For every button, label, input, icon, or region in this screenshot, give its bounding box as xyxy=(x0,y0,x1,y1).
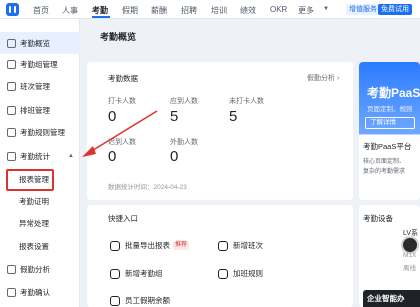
stat-value: 5 xyxy=(229,108,238,125)
promo-description: 核心页面定制、 xyxy=(363,159,406,165)
nav-recruitment[interactable]: 招聘 xyxy=(181,5,197,16)
stat-label: 打卡人数 xyxy=(108,98,136,105)
chevron-up-icon: ▲ xyxy=(68,153,74,159)
batch-export-report-button[interactable]: 批量导出报表 推荐 xyxy=(110,240,190,251)
add-shift-icon xyxy=(218,240,228,251)
highlight-box xyxy=(6,169,54,191)
stat-label: 未打卡人数 xyxy=(229,98,264,105)
top-nav-bar: 首页 人事 考勤 假期 薪酬 招聘 培训 绩效 OKR 更多 ▼ 增值服务 免费… xyxy=(0,0,420,19)
paas-promo-card[interactable] xyxy=(359,62,420,200)
sidebar-item-group-management[interactable]: 考勤组管理 xyxy=(0,53,80,75)
quick-item-label: 员工假期余额 xyxy=(125,296,170,305)
add-group-icon xyxy=(110,268,120,279)
page-title: 考勤概览 xyxy=(100,32,137,42)
attendance-data-title: 考勤数据 xyxy=(108,74,138,83)
nav-personnel[interactable]: 人事 xyxy=(62,5,78,16)
nav-payroll[interactable]: 薪酬 xyxy=(151,5,167,16)
sidebar-subitem-report-settings[interactable]: 报表设置 xyxy=(19,241,49,252)
stat-value: 5 xyxy=(170,108,179,125)
stat-label: 外勤人数 xyxy=(170,139,198,146)
promo-subtitle: 页面定制、规则 xyxy=(367,106,413,113)
learn-more-button[interactable]: 了解详情 xyxy=(365,117,415,129)
sidebar-item-label: 考勤统计 xyxy=(20,151,50,161)
sidebar-item-label: 考勤概览 xyxy=(20,38,50,48)
stat-label: 应到人数 xyxy=(170,98,198,105)
promo-title: 考勤PaaS xyxy=(367,86,420,100)
rules-icon xyxy=(7,127,16,137)
overtime-rules-button[interactable]: 加班规则 xyxy=(218,268,263,279)
device-name[interactable]: LV系 xyxy=(403,228,418,238)
sidebar-item-leave-analysis[interactable]: 假勤分析 xyxy=(0,258,80,280)
devices-title: 考勤设备 xyxy=(363,214,393,223)
stat-value: 0 xyxy=(108,148,117,165)
nav-more[interactable]: 更多 xyxy=(298,5,314,16)
sidebar-item-label: 假勤分析 xyxy=(20,264,50,274)
calendar-icon xyxy=(7,105,16,115)
group-icon xyxy=(7,59,16,69)
sidebar-item-schedule-management[interactable]: 排班管理 xyxy=(0,99,80,121)
leave-balance-button[interactable]: 员工假期余额 xyxy=(110,295,170,306)
sidebar-item-label: 排班管理 xyxy=(20,105,50,115)
sidebar-item-statistics[interactable]: 考勤统计 ▲ xyxy=(0,145,80,167)
sidebar-item-label: 班次管理 xyxy=(20,81,50,91)
nav-okr[interactable]: OKR xyxy=(270,5,287,14)
nav-training[interactable]: 培训 xyxy=(211,5,227,16)
sidebar-item-label: 考勤确认 xyxy=(20,287,50,297)
home-icon xyxy=(7,38,16,48)
nav-home[interactable]: 首页 xyxy=(33,5,49,16)
quick-item-label: 新增班次 xyxy=(233,241,263,250)
stat-label: 迟到人数 xyxy=(108,139,136,146)
sidebar-item-attendance-confirm[interactable]: 考勤确认 xyxy=(0,281,80,303)
export-icon xyxy=(110,240,120,251)
active-tab-indicator xyxy=(92,16,110,18)
free-trial-button[interactable]: 免费试用 xyxy=(378,4,412,15)
app-logo-icon[interactable] xyxy=(6,3,19,16)
sidebar-item-overview[interactable]: 考勤概览 xyxy=(0,32,80,54)
confirm-icon xyxy=(7,287,16,297)
statistics-icon xyxy=(7,151,16,161)
sidebar-subitem-exception-handling[interactable]: 异常处理 xyxy=(19,218,49,229)
device-model: M1X xyxy=(403,252,417,259)
stat-value: 0 xyxy=(108,108,117,125)
enterprise-banner[interactable]: 企业智能办 xyxy=(363,290,420,307)
nav-performance[interactable]: 绩效 xyxy=(240,5,256,16)
shift-icon xyxy=(7,81,16,91)
add-attendance-group-button[interactable]: 新增考勤组 xyxy=(110,268,163,279)
stat-timestamp: 数据统计时间：2024-04-23 xyxy=(108,184,187,191)
add-shift-button[interactable]: 新增班次 xyxy=(218,240,263,251)
quick-item-label: 新增考勤组 xyxy=(125,269,163,278)
promo-title-secondary: 考勤PaaS平台 xyxy=(363,142,412,151)
leave-analysis-link[interactable]: 假勤分析 › xyxy=(307,73,339,83)
sidebar: 考勤概览 考勤组管理 班次管理 排班管理 考勤规则管理 考勤统计 ▲ 报表管理 … xyxy=(0,19,80,307)
sidebar-subitem-attendance-proof[interactable]: 考勤证明 xyxy=(19,196,49,207)
quick-entry-title: 快捷入口 xyxy=(108,214,138,223)
chevron-down-icon: ▼ xyxy=(323,6,329,12)
value-added-service-button[interactable]: 增值服务 xyxy=(346,4,380,15)
nav-leave[interactable]: 假期 xyxy=(122,5,138,16)
device-status: 离线 xyxy=(403,265,416,272)
stat-value: 0 xyxy=(170,148,179,165)
balance-icon xyxy=(110,295,120,306)
link-label: 假勤分析 xyxy=(307,75,335,82)
sidebar-item-label: 考勤组管理 xyxy=(20,59,58,69)
quick-item-label: 加班规则 xyxy=(233,269,263,278)
recommend-badge: 推荐 xyxy=(173,241,190,250)
promo-description: 复杂的考勤需求 xyxy=(363,169,406,175)
overtime-icon xyxy=(218,268,228,279)
analysis-icon xyxy=(7,264,16,274)
nav-attendance[interactable]: 考勤 xyxy=(92,5,108,16)
quick-item-label: 批量导出报表 xyxy=(125,241,170,250)
sidebar-item-label: 考勤规则管理 xyxy=(20,127,65,137)
sidebar-item-shift-management[interactable]: 班次管理 xyxy=(0,75,80,97)
sidebar-item-rule-management[interactable]: 考勤规则管理 xyxy=(0,121,80,143)
